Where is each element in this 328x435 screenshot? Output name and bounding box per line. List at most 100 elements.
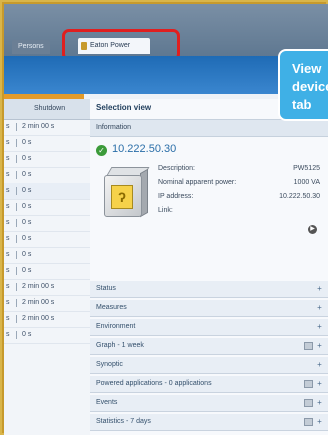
row-separator <box>16 283 17 291</box>
section-label: Status <box>96 285 116 292</box>
section-options-icon[interactable] <box>304 418 313 426</box>
list-item[interactable]: s 2 min 00 s <box>4 311 90 328</box>
device-list-header: Shutdown <box>4 99 90 120</box>
field-value: 1000 VA <box>293 179 320 186</box>
row-separator <box>16 139 17 147</box>
list-item[interactable]: s 0 s <box>4 263 90 280</box>
device-ip-title: 10.222.50.30 <box>112 143 177 155</box>
row-shutdown-value: 0 s <box>22 203 32 210</box>
row-shutdown-value: 2 min 00 s <box>22 123 55 130</box>
expand-plus-icon[interactable]: + <box>315 341 324 350</box>
expand-plus-icon[interactable]: + <box>315 417 324 426</box>
ups-device-icon: ʔ <box>98 165 150 221</box>
section-status[interactable]: Status + <box>90 281 328 298</box>
app-screen: Persons Eaton Power Shutdown s2 min 00 s… <box>4 4 328 435</box>
section-label: Graph - 1 week <box>96 342 144 349</box>
list-item[interactable]: s 2 min 00 s <box>4 119 90 136</box>
row-shutdown-value: 2 min 00 s <box>22 315 55 322</box>
expand-plus-icon[interactable]: + <box>315 322 324 331</box>
device-list: Shutdown s 2 min 00 s s 0 s s 0 s s 0 s s 0 s s 0 s… <box>4 99 91 435</box>
tab-persons[interactable]: Persons <box>12 40 50 54</box>
section-options-icon[interactable] <box>304 399 313 407</box>
row-shutdown-value: 0 s <box>22 155 32 162</box>
row-shutdown-value: 0 s <box>22 251 32 258</box>
row-shutdown-value: 0 s <box>22 331 32 338</box>
section-label: Statistics - 7 days <box>96 418 151 425</box>
section-statistics-7-days[interactable]: Statistics - 7 days + <box>90 414 328 431</box>
row-separator <box>16 251 17 259</box>
callout-line-2: device <box>292 79 328 94</box>
section-powered-applications-0-applications[interactable]: Powered applications - 0 applications + <box>90 376 328 393</box>
row-separator <box>16 235 17 243</box>
row-shutdown-value: 0 s <box>22 267 32 274</box>
row-key: s <box>6 235 10 242</box>
field-value: PW5125 <box>293 165 320 172</box>
row-separator <box>16 187 17 195</box>
row-separator <box>16 203 17 211</box>
row-key: s <box>6 203 10 210</box>
section-label: Powered applications - 0 applications <box>96 380 212 387</box>
field-value: 10.222.50.30 <box>279 193 320 200</box>
row-separator <box>16 315 17 323</box>
expand-plus-icon[interactable]: + <box>315 284 324 293</box>
list-item[interactable]: s 0 s <box>4 183 90 200</box>
section-graph-1-week[interactable]: Graph - 1 week + <box>90 338 328 355</box>
callout-line-3: tab <box>292 97 312 112</box>
expand-plus-icon[interactable]: + <box>315 379 324 388</box>
section-label: Environment <box>96 323 136 330</box>
section-events[interactable]: Events + <box>90 395 328 412</box>
row-key: s <box>6 315 10 322</box>
row-key: s <box>6 187 10 194</box>
screenshot-frame: Persons Eaton Power Shutdown s2 min 00 s… <box>0 0 328 435</box>
information-label: Information <box>96 124 132 131</box>
row-shutdown-value: 2 min 00 s <box>22 283 55 290</box>
expand-plus-icon[interactable]: + <box>315 398 324 407</box>
selection-view: Selection view Information ✓ 10.222.50.3… <box>90 99 328 435</box>
row-separator <box>16 299 17 307</box>
callout-view-device-tab: View device tab <box>278 49 328 121</box>
list-item[interactable]: s 0 s <box>4 167 90 184</box>
status-ok-icon: ✓ <box>96 145 107 156</box>
section-label: Measures <box>96 304 127 311</box>
list-item[interactable]: s 2 min 00 s <box>4 279 90 296</box>
row-separator <box>16 219 17 227</box>
column-shutdown[interactable]: Shutdown <box>34 99 65 119</box>
section-label: Synoptic <box>96 361 123 368</box>
row-separator <box>16 171 17 179</box>
section-label: Events <box>96 399 118 406</box>
row-shutdown-value: 0 s <box>22 171 32 178</box>
section-synoptic[interactable]: Synoptic + <box>90 357 328 374</box>
row-shutdown-value: 0 s <box>22 139 32 146</box>
field-label: Nominal apparent power: <box>158 179 237 186</box>
list-item[interactable]: s 0 s <box>4 247 90 264</box>
row-separator <box>16 267 17 275</box>
expand-plus-icon[interactable]: + <box>315 303 324 312</box>
link-arrow-icon[interactable]: ▶ <box>308 225 317 234</box>
row-shutdown-value: 0 s <box>22 235 32 242</box>
row-key: s <box>6 299 10 306</box>
list-item[interactable]: s 0 s <box>4 199 90 216</box>
row-shutdown-value: 0 s <box>22 187 32 194</box>
list-item[interactable]: s 2 min 00 s <box>4 295 90 312</box>
section-options-icon[interactable] <box>304 380 313 388</box>
field-label: Description: <box>158 165 195 172</box>
row-shutdown-value: 0 s <box>22 219 32 226</box>
list-item[interactable]: s 0 s <box>4 231 90 248</box>
list-item[interactable]: s 0 s <box>4 135 90 152</box>
list-item[interactable]: s 0 s <box>4 215 90 232</box>
field-label: IP address: <box>158 193 194 200</box>
section-measures[interactable]: Measures + <box>90 300 328 317</box>
section-environment[interactable]: Environment + <box>90 319 328 336</box>
row-key: s <box>6 139 10 146</box>
information-bar[interactable]: Information <box>90 119 328 137</box>
list-item[interactable]: s 0 s <box>4 327 90 344</box>
field-label: Link: <box>158 207 173 214</box>
expand-plus-icon[interactable]: + <box>315 360 324 369</box>
selection-view-title: Selection view <box>96 103 152 112</box>
row-key: s <box>6 123 10 130</box>
row-separator <box>16 123 17 131</box>
section-options-icon[interactable] <box>304 342 313 350</box>
list-item[interactable]: s 0 s <box>4 151 90 168</box>
row-key: s <box>6 171 10 178</box>
row-key: s <box>6 331 10 338</box>
